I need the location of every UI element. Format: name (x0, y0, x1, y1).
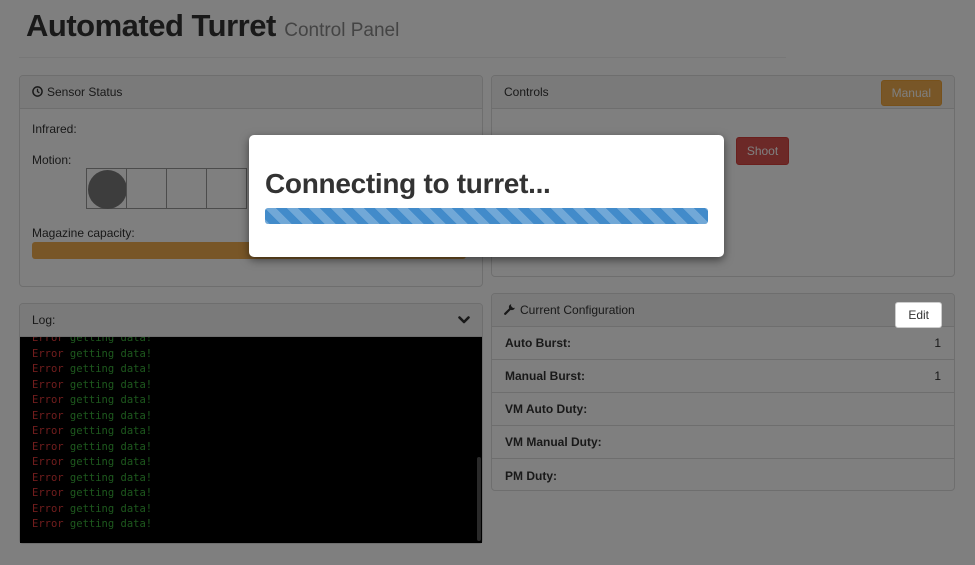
modal-backdrop (0, 0, 975, 565)
progress-fill (265, 208, 708, 224)
page: Automated Turret Control Panel Sensor St… (0, 0, 975, 565)
modal-title: Connecting to turret... (265, 168, 551, 199)
connection-progress-bar (265, 208, 708, 224)
connecting-modal: Connecting to turret... (249, 135, 724, 257)
edit-config-button[interactable]: Edit (895, 302, 942, 328)
